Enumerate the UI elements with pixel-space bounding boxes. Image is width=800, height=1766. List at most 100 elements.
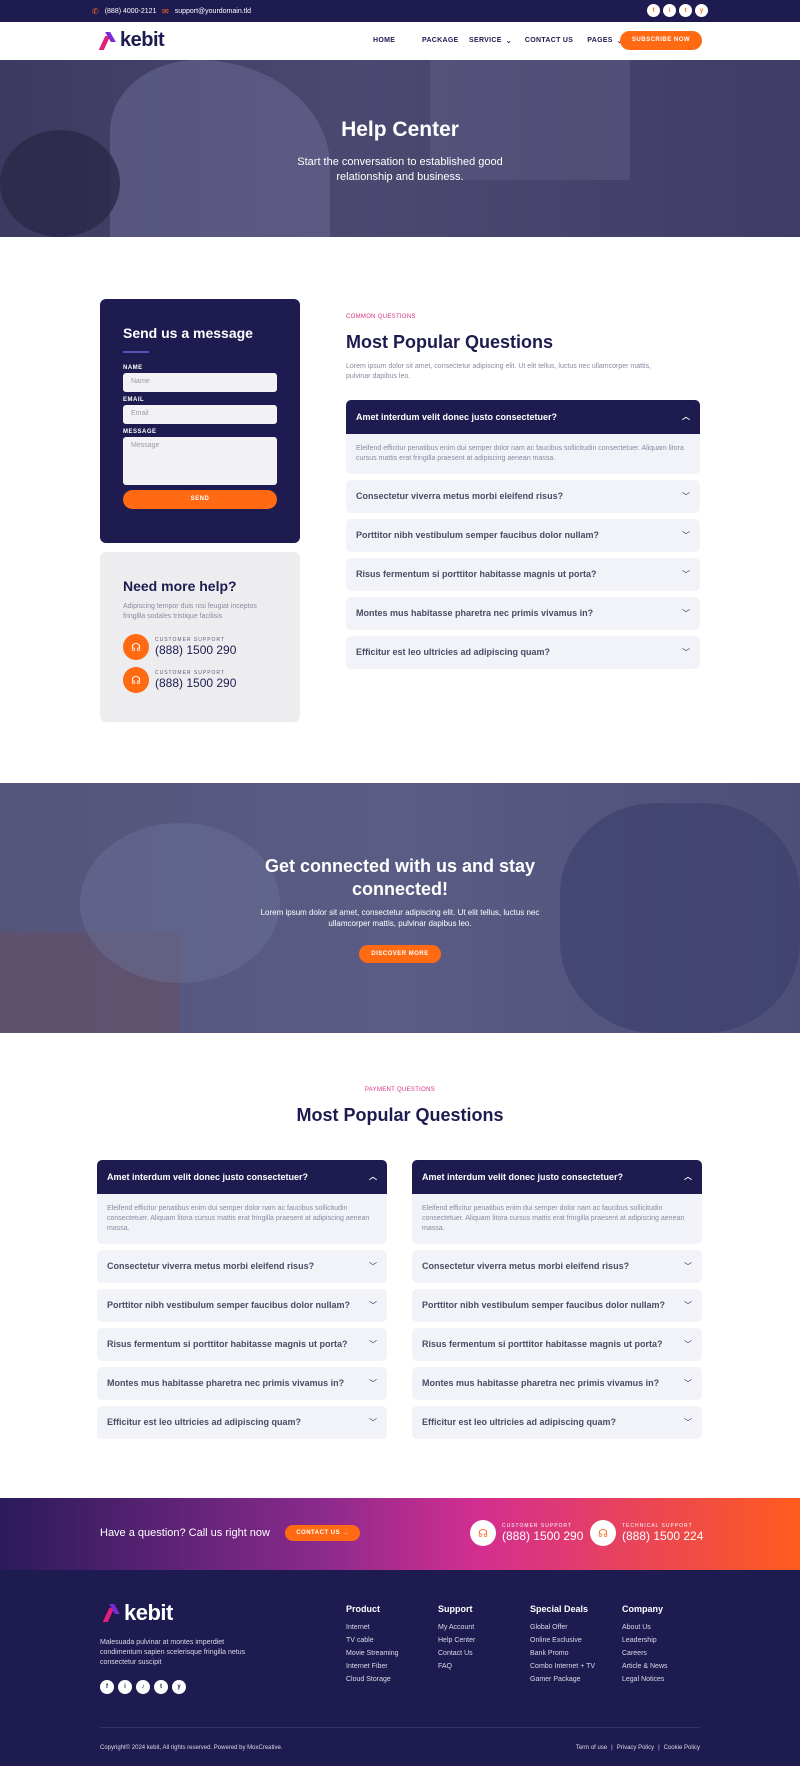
faq-item[interactable]: Porttitor nibh vestibulum semper faucibu… [97,1289,387,1322]
social-links: f i t y [647,4,708,17]
footer-link[interactable]: Cloud Storage [346,1675,399,1685]
footer-link[interactable]: Help Center [438,1636,475,1646]
email-contact[interactable]: ✉ support@yourdomain.tld [162,7,251,16]
twitter-icon[interactable]: t [154,1680,168,1694]
support-item[interactable]: ☊ CUSTOMER SUPPORT (888) 1500 290 [123,634,277,660]
faq-item[interactable]: Consectetur viverra metus morbi eleifend… [346,480,700,513]
youtube-icon[interactable]: y [172,1680,186,1694]
faq-question-text: Risus fermentum si porttitor habitasse m… [107,1339,348,1349]
footer-link[interactable]: TV cable [346,1636,399,1646]
main-nav: HOME PACKAGE SERVICE ⌄ CONTACT US PAGES … [373,37,623,45]
faq-item[interactable]: Efficitur est leo ultricies ad adipiscin… [97,1406,387,1439]
contact-us-button[interactable]: CONTACT US → [285,1525,360,1541]
chevron-down-icon: ⌄ [505,38,512,45]
faq-item[interactable]: Risus fermentum si porttitor habitasse m… [346,558,700,591]
footer-link[interactable]: Gamer Package [530,1675,595,1685]
footer-link[interactable]: About Us [622,1623,668,1633]
nav-package[interactable]: PACKAGE [422,37,458,45]
faq-question-open[interactable]: Amet interdum velit donec justo consecte… [346,400,700,434]
payment-faq-right: Amet interdum velit donec justo consecte… [412,1160,702,1439]
terms-link[interactable]: Term of use [576,1745,607,1751]
facebook-icon[interactable]: f [647,4,660,17]
instagram-icon[interactable]: i [663,4,676,17]
brand-name: kebit [120,29,165,51]
footer-link[interactable]: Leadership [622,1636,668,1646]
faq-question-open[interactable]: Amet interdum velit donec justo consecte… [97,1160,387,1194]
facebook-icon[interactable]: f [100,1680,114,1694]
technical-support[interactable]: ☊ TECHNICAL SUPPORT (888) 1500 224 [590,1520,703,1546]
nav-contact[interactable]: CONTACT US [525,37,573,45]
section-title: Most Popular Questions [296,1105,504,1125]
footer-link[interactable]: Combo Internet + TV [530,1662,595,1672]
brand-logo[interactable]: kebit [102,29,165,52]
faq-question-text: Porttitor nibh vestibulum semper faucibu… [107,1300,351,1310]
faq-question-text: Montes mus habitasse pharetra nec primis… [356,608,594,618]
headset-icon: ☊ [123,634,149,660]
faq-item[interactable]: Porttitor nibh vestibulum semper faucibu… [412,1289,702,1322]
faq-item[interactable]: Montes mus habitasse pharetra nec primis… [97,1367,387,1400]
footer-col-title: Special Deals [530,1604,589,1614]
support-number: (888) 1500 290 [155,643,237,657]
phone-contact[interactable]: ✆ (888) 4000-2121 [92,7,156,16]
faq-item[interactable]: Consectetur viverra metus morbi eleifend… [412,1250,702,1283]
footer-link[interactable]: Article & News [622,1662,668,1672]
footer-link[interactable]: Contact Us [438,1649,475,1659]
support-item[interactable]: ☊ CUSTOMER SUPPORT (888) 1500 290 [123,667,277,693]
discover-more-button[interactable]: DISCOVER MORE [359,945,441,963]
brand-name: kebit [124,1600,173,1625]
footer-link[interactable]: FAQ [438,1662,475,1672]
faq-question-text: Risus fermentum si porttitor habitasse m… [422,1339,663,1349]
subscribe-button[interactable]: SUBSCRIBE NOW [620,31,702,50]
form-title: Send us a message [123,325,253,341]
footer-link[interactable]: Internet [346,1623,399,1633]
section-lead: Lorem ipsum dolor sit amet, consectetur … [346,363,652,380]
nav-service[interactable]: SERVICE [469,37,502,45]
email-input[interactable]: Email [123,405,277,424]
privacy-link[interactable]: Privacy Policy [617,1745,654,1751]
faq-item[interactable]: Consectetur viverra metus morbi eleifend… [97,1250,387,1283]
faq-question-text: Consectetur viverra metus morbi eleifend… [422,1261,630,1271]
faq-question-text: Consectetur viverra metus morbi eleifend… [107,1261,315,1271]
faq-item[interactable]: Porttitor nibh vestibulum semper faucibu… [346,519,700,552]
nav-pages[interactable]: PAGES [587,37,613,45]
faq-item[interactable]: Montes mus habitasse pharetra nec primis… [412,1367,702,1400]
youtube-icon[interactable]: y [695,4,708,17]
footer-link[interactable]: Movie Streaming [346,1649,399,1659]
logo-mark-icon [106,1604,120,1622]
footer-link[interactable]: Online Exclusive [530,1636,595,1646]
faq-question-open[interactable]: Amet interdum velit donec justo consecte… [412,1160,702,1194]
faq-item[interactable]: Efficitur est leo ultricies ad adipiscin… [346,636,700,669]
faq-item[interactable]: Risus fermentum si porttitor habitasse m… [412,1328,702,1361]
tiktok-icon[interactable]: ♪ [136,1680,150,1694]
name-input[interactable]: Name [123,373,277,392]
support-number: (888) 1500 290 [502,1529,584,1543]
send-button[interactable]: SEND [123,490,277,509]
band-question: Have a question? Call us right now [100,1527,270,1539]
footer-col-title: Company [622,1604,664,1614]
footer-link[interactable]: My Account [438,1623,475,1633]
faq-answer: Eleifend efficitur penatibus enim dui se… [346,434,700,474]
footer-link[interactable]: Bank Promo [530,1649,595,1659]
contact-form-card: Send us a message NAME Name EMAIL Email … [100,299,300,543]
footer-description: Malesuada pulvinar at montes imperdiet c… [100,1639,246,1666]
nav-home[interactable]: HOME [373,37,407,45]
faq-item[interactable]: Efficitur est leo ultricies ad adipiscin… [412,1406,702,1439]
instagram-icon[interactable]: i [118,1680,132,1694]
cookie-link[interactable]: Cookie Policy [664,1745,700,1751]
faq-item[interactable]: Montes mus habitasse pharetra nec primis… [346,597,700,630]
connect-cta-section: Get connected with us and stay connected… [0,783,800,1033]
footer-link[interactable]: Legal Notices [622,1675,668,1685]
faq-question-text: Porttitor nibh vestibulum semper faucibu… [356,530,600,540]
customer-support[interactable]: ☊ CUSTOMER SUPPORT (888) 1500 290 [470,1520,583,1546]
message-textarea[interactable]: Message [123,437,277,485]
footer-logo[interactable]: kebit [106,1600,173,1626]
twitter-icon[interactable]: t [679,4,692,17]
chevron-down-icon: ﹀ [682,609,690,618]
payment-questions-header: PAYMENT QUESTIONS Most Popular Questions [0,1087,800,1126]
footer-link[interactable]: Global Offer [530,1623,595,1633]
chevron-down-icon: ﹀ [369,1379,377,1388]
faq-item[interactable]: Risus fermentum si porttitor habitasse m… [97,1328,387,1361]
footer-link[interactable]: Internet Fiber [346,1662,399,1672]
footer-link[interactable]: Careers [622,1649,668,1659]
chevron-down-icon: ﹀ [369,1301,377,1310]
